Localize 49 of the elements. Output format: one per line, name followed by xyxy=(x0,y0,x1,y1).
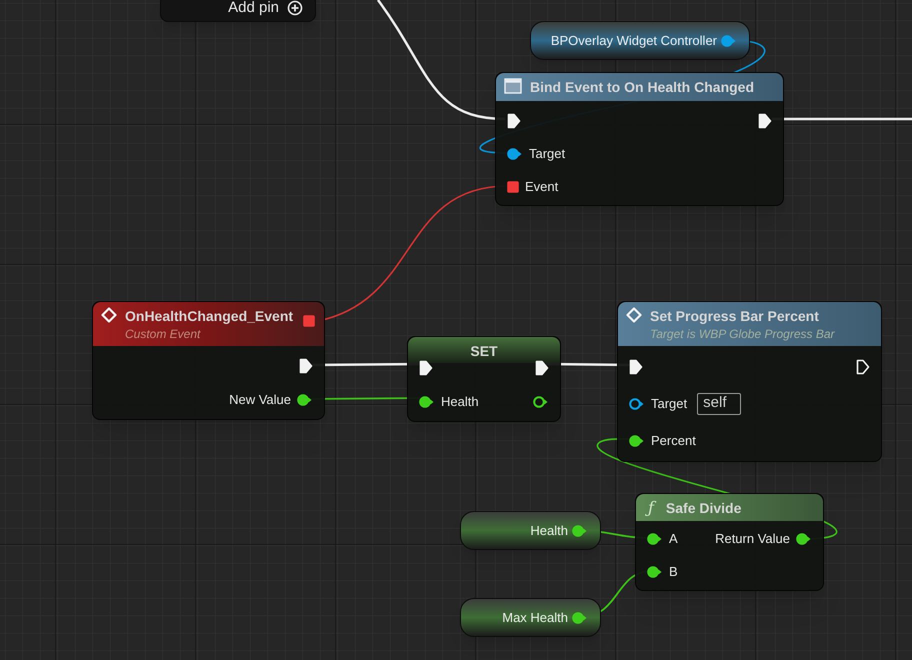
header-glyph: ƒ xyxy=(644,499,658,517)
data-pin[interactable] xyxy=(297,394,313,406)
pin-label: Event xyxy=(525,178,558,196)
node-subtitle: Target is WBP Globe Progress Bar xyxy=(650,326,836,343)
pin-label: New Value xyxy=(229,391,291,410)
add-pin-button[interactable]: Add pin xyxy=(228,0,303,19)
pin-label: Return Value xyxy=(715,530,790,548)
node-title: OnHealthChanged_Event xyxy=(125,307,294,325)
delegate-pin[interactable] xyxy=(303,315,315,327)
variable-node[interactable]: Max Health xyxy=(460,598,601,637)
node-title: Safe Divide xyxy=(666,499,742,517)
plus-icon xyxy=(287,0,303,16)
exec-pin[interactable] xyxy=(419,360,433,376)
node-title: SET xyxy=(470,342,498,360)
pin-label: Target xyxy=(651,394,688,413)
value-field[interactable]: self xyxy=(697,392,742,414)
data-pin[interactable] xyxy=(572,612,588,624)
data-pin[interactable] xyxy=(629,434,645,446)
exec-pin[interactable] xyxy=(535,360,549,376)
data-pin[interactable] xyxy=(629,398,645,410)
diamond-icon xyxy=(101,307,117,323)
data-pin[interactable] xyxy=(419,396,435,408)
variable-node[interactable]: BPOverlay Widget Controller xyxy=(530,21,750,60)
exec-pin[interactable] xyxy=(758,112,772,128)
node-subtitle: Custom Event xyxy=(125,326,202,343)
delegate-pin[interactable] xyxy=(507,180,519,192)
data-pin[interactable] xyxy=(647,532,663,544)
pin-label: Percent xyxy=(651,432,696,450)
exec-pin[interactable] xyxy=(629,358,643,374)
diamond-icon xyxy=(626,307,642,323)
exec-pin[interactable] xyxy=(856,358,870,374)
data-pin[interactable] xyxy=(507,148,523,160)
data-pin[interactable] xyxy=(533,396,549,408)
data-pin[interactable] xyxy=(572,524,588,536)
variable-label: Health xyxy=(530,522,568,540)
node-title: Set Progress Bar Percent xyxy=(650,307,820,325)
variable-label: Max Health xyxy=(502,608,568,627)
variable-node[interactable]: Health xyxy=(460,511,601,550)
data-pin[interactable] xyxy=(796,532,812,544)
pin-label: B xyxy=(669,562,678,581)
window-icon xyxy=(504,78,522,94)
data-pin[interactable] xyxy=(647,566,663,578)
pin-label: A xyxy=(669,530,678,548)
exec-pin[interactable] xyxy=(299,358,313,374)
node-title: Bind Event to On Health Changed xyxy=(530,78,756,96)
variable-label: BPOverlay Widget Controller xyxy=(550,32,717,50)
pin-label: Health xyxy=(441,393,479,412)
pin-label: Target xyxy=(529,144,566,163)
exec-pin[interactable] xyxy=(507,112,521,128)
